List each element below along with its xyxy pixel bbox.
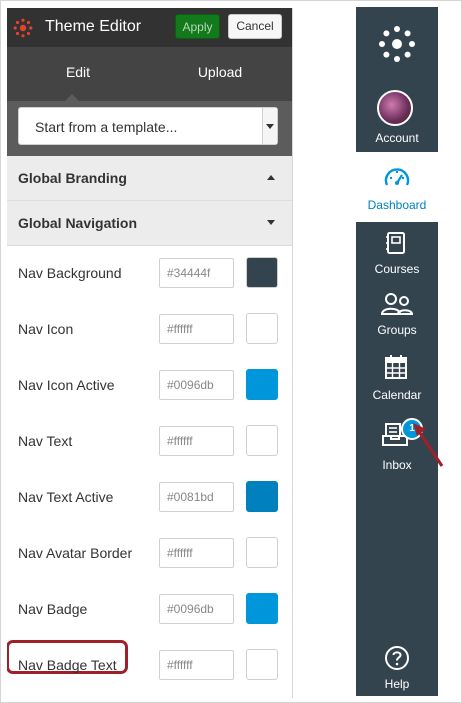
caret-up-icon — [267, 175, 275, 180]
setting-label: Nav Badge Text — [18, 657, 117, 673]
setting-row: Nav Text Active #0081bd — [7, 470, 292, 526]
setting-row: Nav Background #34444f — [7, 246, 292, 302]
setting-row: Nav Badge #0096db — [7, 582, 292, 638]
color-input[interactable]: #0081bd — [159, 482, 234, 512]
setting-row: Nav Avatar Border #ffffff — [7, 526, 292, 582]
editor-header: Theme Editor Apply Cancel — [7, 8, 292, 47]
setting-row: Nav Icon Active #0096db — [7, 358, 292, 414]
color-swatch[interactable] — [246, 313, 278, 344]
avatar — [377, 90, 413, 126]
setting-label: Nav Text Active — [18, 489, 114, 505]
select-arrow-icon — [262, 108, 277, 144]
template-select-value: Start from a template... — [35, 119, 178, 135]
groups-icon — [380, 293, 414, 315]
global-navigation: Account Dashboard Courses Groups Calenda… — [356, 7, 438, 696]
nav-account-label: Account — [375, 131, 419, 145]
color-swatch[interactable] — [246, 481, 278, 512]
canvas-logo-icon — [379, 26, 415, 62]
cancel-button[interactable]: Cancel — [228, 14, 282, 39]
nav-help[interactable]: Help — [356, 641, 438, 696]
section-global-branding[interactable]: Global Branding — [7, 156, 292, 201]
setting-row: Nav Text #ffffff — [7, 414, 292, 470]
editor-title: Theme Editor — [45, 18, 142, 35]
canvas-logo-link[interactable] — [356, 7, 438, 82]
nav-help-label: Help — [384, 677, 410, 691]
nav-courses-label: Courses — [374, 262, 420, 276]
nav-calendar[interactable]: Calendar — [356, 351, 438, 413]
nav-groups[interactable]: Groups — [356, 289, 438, 351]
color-input[interactable]: #34444f — [159, 258, 234, 288]
tab-upload[interactable]: Upload — [149, 47, 291, 101]
nav-dashboard-label: Dashboard — [367, 198, 427, 212]
color-swatch[interactable] — [246, 537, 278, 568]
setting-label: Nav Icon — [18, 321, 74, 337]
annotation-arrow-icon — [413, 423, 444, 467]
apply-button[interactable]: Apply — [175, 14, 220, 39]
nav-dashboard[interactable]: Dashboard — [356, 152, 438, 222]
setting-label: Nav Text — [18, 433, 73, 449]
caret-down-icon — [267, 220, 275, 225]
calendar-icon — [385, 355, 407, 379]
color-input[interactable]: #0096db — [159, 370, 234, 400]
color-input[interactable]: #0096db — [159, 594, 234, 624]
nav-calendar-label: Calendar — [372, 388, 422, 402]
setting-label: Nav Avatar Border — [18, 545, 133, 561]
color-input[interactable]: #ffffff — [159, 538, 234, 568]
setting-row: Nav Badge Text #ffffff — [7, 638, 292, 694]
template-area: Start from a template... — [7, 101, 292, 156]
section-global-navigation[interactable]: Global Navigation — [7, 201, 292, 246]
theme-editor-panel: Theme Editor Apply Cancel Edit Upload St… — [7, 8, 293, 698]
color-swatch[interactable] — [246, 425, 278, 456]
nav-groups-label: Groups — [377, 323, 417, 337]
setting-label: Nav Background — [18, 265, 122, 281]
color-input[interactable]: #ffffff — [159, 314, 234, 344]
canvas-logo-icon — [13, 18, 33, 38]
setting-label: Nav Badge — [18, 601, 88, 617]
color-input[interactable]: #ffffff — [159, 426, 234, 456]
nav-courses[interactable]: Courses — [356, 227, 438, 289]
help-icon — [385, 646, 409, 670]
setting-label: Nav Icon Active — [18, 377, 115, 393]
color-input[interactable]: #ffffff — [159, 650, 234, 680]
setting-row: Nav Icon #ffffff — [7, 302, 292, 358]
color-swatch[interactable] — [246, 369, 278, 400]
tab-edit[interactable]: Edit — [7, 47, 149, 101]
active-tab-indicator — [65, 94, 79, 101]
color-swatch[interactable] — [246, 257, 278, 288]
dashboard-icon — [384, 168, 410, 186]
color-swatch[interactable] — [246, 649, 278, 680]
courses-icon — [386, 232, 405, 254]
nav-account[interactable]: Account — [356, 82, 438, 152]
template-select[interactable]: Start from a template... — [18, 107, 278, 145]
section-title: Global Branding — [18, 170, 127, 186]
section-title: Global Navigation — [18, 215, 138, 231]
color-swatch[interactable] — [246, 593, 278, 624]
editor-tabs: Edit Upload — [7, 47, 292, 101]
